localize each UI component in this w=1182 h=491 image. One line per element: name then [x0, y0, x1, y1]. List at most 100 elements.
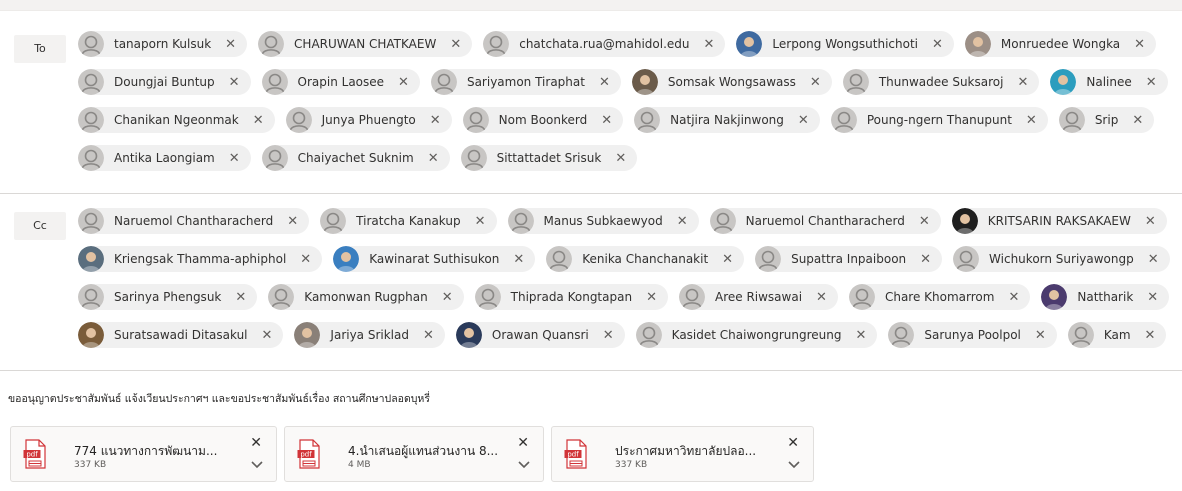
remove-recipient-icon[interactable]: ✕: [599, 76, 610, 89]
recipient-chip[interactable]: Somsak Wongsawass ✕: [631, 69, 832, 95]
recipient-chip[interactable]: Chaiyachet Suknim ✕: [261, 145, 450, 171]
recipient-chip[interactable]: Srip ✕: [1058, 107, 1155, 133]
remove-recipient-icon[interactable]: ✕: [475, 215, 486, 228]
recipient-chip[interactable]: Chanikan Ngeonmak ✕: [78, 107, 275, 133]
close-icon[interactable]: ✕: [250, 436, 262, 450]
remove-recipient-icon[interactable]: ✕: [1017, 76, 1028, 89]
recipient-chip[interactable]: CHARUWAN CHATKAEW ✕: [258, 31, 473, 57]
recipient-chip[interactable]: Jariya Sriklad ✕: [294, 322, 445, 348]
recipient-chip[interactable]: tanaporn Kulsuk ✕: [78, 31, 248, 57]
recipient-chip[interactable]: Naruemol Chantharacherd ✕: [78, 208, 310, 234]
recipient-chip[interactable]: Supattra Inpaiboon ✕: [755, 246, 943, 272]
remove-recipient-icon[interactable]: ✕: [816, 291, 827, 304]
recipient-chip[interactable]: Nattharik ✕: [1041, 284, 1170, 310]
remove-recipient-icon[interactable]: ✕: [450, 38, 461, 51]
remove-recipient-icon[interactable]: ✕: [287, 215, 298, 228]
remove-recipient-icon[interactable]: ✕: [253, 114, 264, 127]
recipient-chip[interactable]: Naruemol Chantharacherd ✕: [709, 208, 941, 234]
to-button[interactable]: To: [14, 35, 66, 63]
attachment-card[interactable]: pdf 774 แนวทางการพัฒนาม... 337 KB ✕: [10, 426, 277, 482]
remove-recipient-icon[interactable]: ✕: [1008, 291, 1019, 304]
chevron-down-icon[interactable]: [517, 460, 531, 470]
recipient-chip[interactable]: Kam ✕: [1067, 322, 1167, 348]
recipient-chip[interactable]: Sittattadet Srisuk ✕: [460, 145, 638, 171]
remove-recipient-icon[interactable]: ✕: [1147, 291, 1158, 304]
recipient-chip[interactable]: Orawan Quansri ✕: [455, 322, 625, 348]
attachment-card[interactable]: pdf 4.นำเสนอผู้แทนส่วนงาน 8... 4 MB ✕: [284, 426, 544, 482]
recipient-chip[interactable]: Nom Boonkerd ✕: [462, 107, 624, 133]
remove-recipient-icon[interactable]: ✕: [920, 253, 931, 266]
remove-recipient-icon[interactable]: ✕: [430, 114, 441, 127]
remove-recipient-icon[interactable]: ✕: [810, 76, 821, 89]
remove-recipient-icon[interactable]: ✕: [1146, 76, 1157, 89]
close-icon[interactable]: ✕: [787, 436, 799, 450]
remove-recipient-icon[interactable]: ✕: [225, 38, 236, 51]
recipient-chip[interactable]: Kamonwan Rugphan ✕: [268, 284, 464, 310]
attachment-card[interactable]: pdf ประกาศมหาวิทยาลัยปลอ... 337 KB ✕: [551, 426, 814, 482]
default-avatar-icon: [953, 246, 980, 272]
remove-recipient-icon[interactable]: ✕: [646, 291, 657, 304]
recipient-chip[interactable]: Doungjai Buntup ✕: [78, 69, 251, 95]
subject-text[interactable]: ขออนุญาตประชาสัมพันธ์ แจ้งเวียนประกาศฯ แ…: [8, 390, 430, 407]
chevron-down-icon[interactable]: [787, 460, 801, 470]
recipient-chip[interactable]: Manus Subkaewyod ✕: [507, 208, 699, 234]
recipient-chip[interactable]: Poung-ngern Thanupunt ✕: [830, 107, 1048, 133]
remove-recipient-icon[interactable]: ✕: [615, 152, 626, 165]
recipient-chip[interactable]: Thunwadee Suksaroj ✕: [842, 69, 1040, 95]
remove-recipient-icon[interactable]: ✕: [1134, 38, 1145, 51]
recipient-chip[interactable]: Tiratcha Kanakup ✕: [320, 208, 497, 234]
close-icon[interactable]: ✕: [517, 436, 529, 450]
remove-recipient-icon[interactable]: ✕: [603, 329, 614, 342]
remove-recipient-icon[interactable]: ✕: [423, 329, 434, 342]
remove-recipient-icon[interactable]: ✕: [1026, 114, 1037, 127]
recipient-chip[interactable]: Sarunya Poolpol ✕: [888, 322, 1057, 348]
remove-recipient-icon[interactable]: ✕: [262, 329, 273, 342]
recipient-chip[interactable]: chatchata.rua@mahidol.edu ✕: [483, 31, 726, 57]
remove-recipient-icon[interactable]: ✕: [798, 114, 809, 127]
remove-recipient-icon[interactable]: ✕: [855, 329, 866, 342]
remove-recipient-icon[interactable]: ✕: [1132, 114, 1143, 127]
remove-recipient-icon[interactable]: ✕: [601, 114, 612, 127]
recipient-chip[interactable]: Monruedee Wongka ✕: [964, 31, 1157, 57]
remove-recipient-icon[interactable]: ✕: [229, 152, 240, 165]
recipient-chip[interactable]: Sariyamon Tiraphat ✕: [430, 69, 621, 95]
recipient-chip[interactable]: Lerpong Wongsuthichoti ✕: [736, 31, 954, 57]
recipient-chip[interactable]: Chare Khomarrom ✕: [848, 284, 1031, 310]
recipient-chip[interactable]: Nalinee ✕: [1050, 69, 1168, 95]
remove-recipient-icon[interactable]: ✕: [428, 152, 439, 165]
recipient-chip[interactable]: Wichukorn Suriyawongp ✕: [953, 246, 1170, 272]
remove-recipient-icon[interactable]: ✕: [398, 76, 409, 89]
remove-recipient-icon[interactable]: ✕: [235, 291, 246, 304]
remove-recipient-icon[interactable]: ✕: [300, 253, 311, 266]
recipient-chip[interactable]: Aree Riwsawai ✕: [678, 284, 838, 310]
recipient-chip[interactable]: Orapin Laosee ✕: [261, 69, 420, 95]
remove-recipient-icon[interactable]: ✕: [229, 76, 240, 89]
recipient-chip[interactable]: Antika Laongiam ✕: [78, 145, 251, 171]
recipient-chip[interactable]: Natjira Nakjinwong ✕: [634, 107, 820, 133]
recipient-chip[interactable]: Kriengsak Thamma-aphiphol ✕: [78, 246, 323, 272]
remove-recipient-icon[interactable]: ✕: [1148, 253, 1159, 266]
recipient-chip[interactable]: Sarinya Phengsuk ✕: [78, 284, 258, 310]
recipient-chip[interactable]: Kawinarat Suthisukon ✕: [333, 246, 536, 272]
remove-recipient-icon[interactable]: ✕: [513, 253, 524, 266]
to-chip-row: Antika Laongiam ✕ Chaiyachet Suknim ✕ Sittat…: [78, 140, 1182, 176]
remove-recipient-icon[interactable]: ✕: [1145, 329, 1156, 342]
cc-button[interactable]: Cc: [14, 212, 66, 240]
remove-recipient-icon[interactable]: ✕: [919, 215, 930, 228]
recipient-chip[interactable]: Kenika Chanchanakit ✕: [546, 246, 745, 272]
recipient-chip[interactable]: KRITSARIN RAKSAKAEW ✕: [951, 208, 1167, 234]
remove-recipient-icon[interactable]: ✕: [1145, 215, 1156, 228]
remove-recipient-icon[interactable]: ✕: [442, 291, 453, 304]
pdf-file-icon: pdf: [297, 439, 320, 469]
recipient-chip[interactable]: Kasidet Chaiwongrungreung ✕: [635, 322, 878, 348]
remove-recipient-icon[interactable]: ✕: [1035, 329, 1046, 342]
remove-recipient-icon[interactable]: ✕: [722, 253, 733, 266]
chevron-down-icon[interactable]: [250, 460, 264, 470]
remove-recipient-icon[interactable]: ✕: [932, 38, 943, 51]
remove-recipient-icon[interactable]: ✕: [704, 38, 715, 51]
remove-recipient-icon[interactable]: ✕: [677, 215, 688, 228]
recipient-chip[interactable]: Suratsawadi Ditasakul ✕: [78, 322, 284, 348]
recipient-chip[interactable]: Thiprada Kongtapan ✕: [474, 284, 668, 310]
recipient-chip[interactable]: Junya Phuengto ✕: [285, 107, 452, 133]
recipient-name: Somsak Wongsawass: [667, 75, 796, 89]
